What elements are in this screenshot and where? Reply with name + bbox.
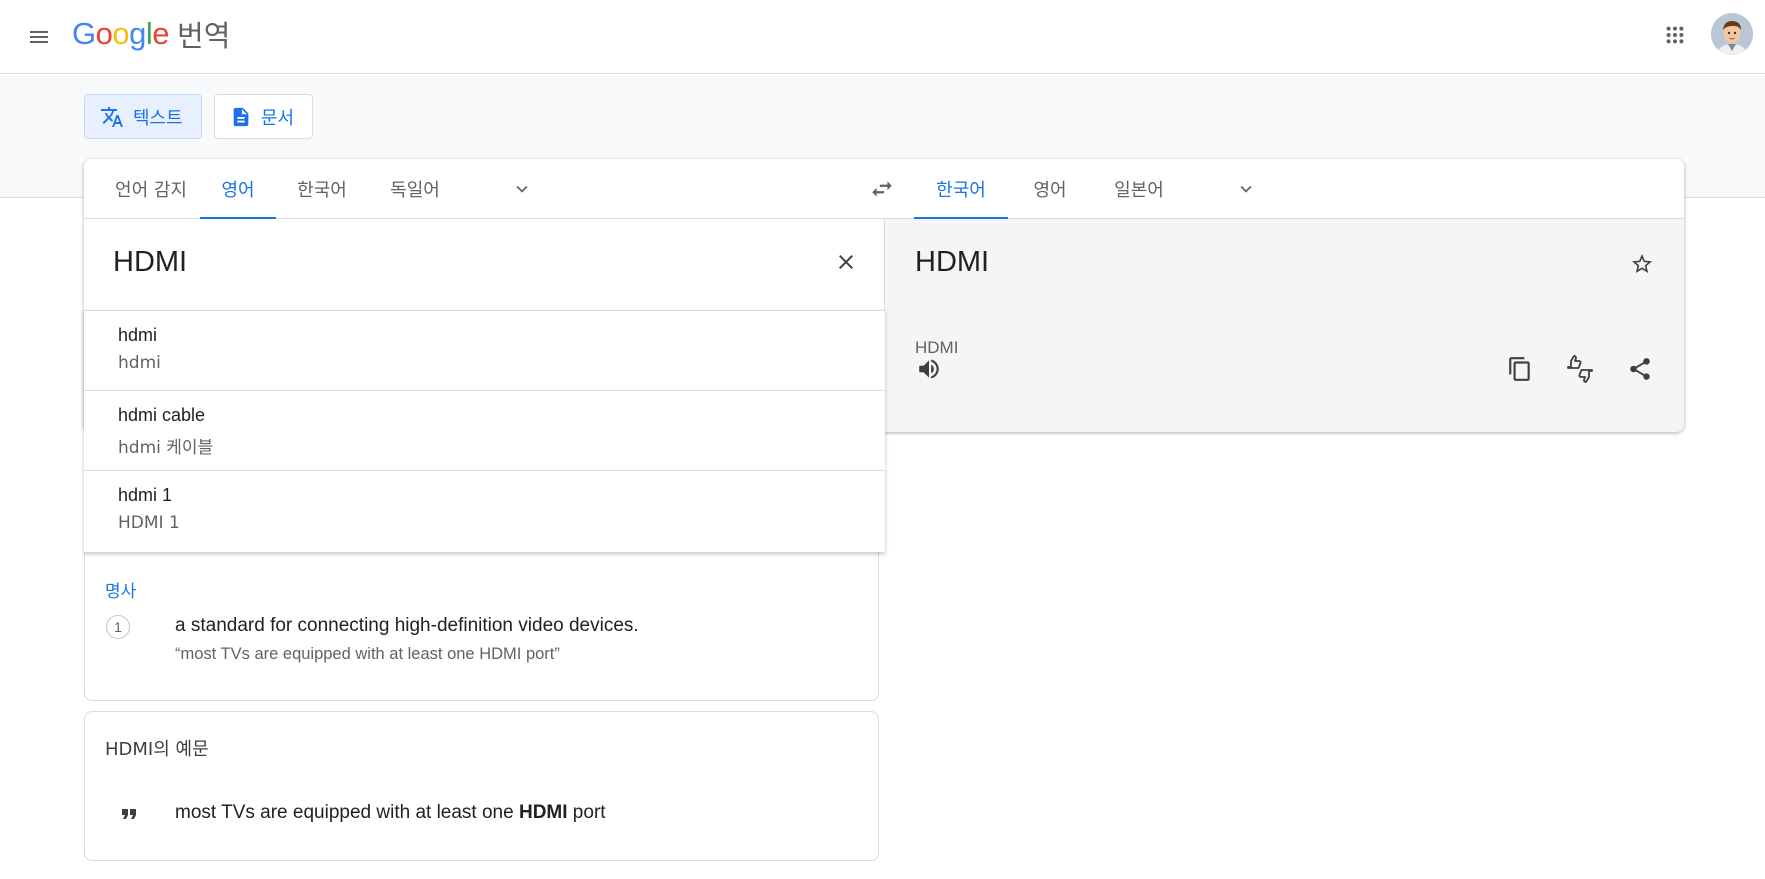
main-menu-button[interactable] [20,18,58,56]
suggestion-text: hdmi 1 [118,485,173,505]
swap-arrows-icon [872,181,892,197]
suggestion-text: hdmi [118,325,158,345]
save-translation-button[interactable] [1627,249,1657,279]
translate-icon [101,106,123,127]
top-app-bar: Google 번역 [0,0,1765,74]
document-mode-button[interactable]: 문서 [214,94,314,139]
definition-text: a standard for connecting high-definitio… [175,615,639,636]
suggestion-item[interactable]: hdmi 1 HDMI 1 [84,471,885,551]
language-bar: 언어 감지 영어 한국어 독일어 한국어 영어 일본어 [84,159,1684,219]
avatar-icon [1711,13,1753,55]
text-mode-label: 텍스트 [133,107,183,128]
source-lang-more-button[interactable] [509,176,535,202]
target-lang-more-button[interactable] [1233,176,1259,202]
suggestion-item[interactable]: hdmi hdmi [84,311,885,391]
google-translate-logo[interactable]: Google 번역 [72,14,230,54]
target-lang-korean-tab[interactable]: 한국어 [914,159,1008,219]
suggestion-translation: hdmi 케이블 [118,438,214,458]
definitions-card: 명사 1 a standard for connecting high-defi… [84,540,879,701]
quote-icon [122,809,136,819]
suggestion-text: hdmi cable [118,405,206,425]
chevron-down-icon [1240,185,1252,193]
share-translation-button[interactable] [1623,352,1657,386]
target-text-pane: HDMI HDMI [884,219,1684,432]
google-logo: Google [72,16,170,51]
share-icon [1630,358,1650,380]
chevron-down-icon [516,185,528,193]
target-lang-japanese-tab[interactable]: 일본어 [1092,159,1186,219]
speaker-icon [919,359,939,379]
source-lang-german-tab[interactable]: 독일어 [371,159,459,219]
example-sentence: most TVs are equipped with at least one … [175,802,606,823]
star-outline-icon [1632,254,1652,273]
source-lang-korean-tab[interactable]: 한국어 [278,159,366,219]
product-name: 번역 [177,19,231,53]
translation-output: HDMI [915,246,990,278]
suggestion-translation: HDMI 1 [118,513,180,533]
clear-source-button[interactable] [829,245,863,279]
examples-title: HDMI의 예문 [105,739,209,760]
close-icon [839,255,853,269]
definition-example: “most TVs are equipped with at least one… [175,645,560,663]
target-lang-english-tab[interactable]: 영어 [1010,159,1090,219]
source-text-input[interactable]: HDMI [113,246,187,279]
document-icon [233,107,249,126]
text-mode-button[interactable]: 텍스트 [84,94,202,139]
copy-translation-button[interactable] [1503,352,1537,386]
listen-translation-button[interactable] [912,352,946,386]
thumbs-up-down-icon [1567,355,1593,383]
account-avatar[interactable] [1711,13,1753,55]
apps-grid-icon [1666,26,1684,44]
copy-icon [1509,357,1530,381]
definition-number: 1 [106,615,130,639]
document-mode-label: 문서 [261,107,295,128]
part-of-speech: 명사 [105,582,137,602]
suggestion-translation: hdmi [118,353,161,373]
hamburger-menu-icon [30,31,48,43]
swap-languages-button[interactable] [866,173,898,205]
source-lang-detect-tab[interactable]: 언어 감지 [96,159,206,219]
autocomplete-suggestions: hdmi hdmi hdmi cable hdmi 케이블 hdmi 1 HDM… [84,310,885,552]
suggestion-item[interactable]: hdmi cable hdmi 케이블 [84,391,885,471]
examples-card: HDMI의 예문 most TVs are equipped with at l… [84,711,879,861]
rate-translation-button[interactable] [1563,352,1597,386]
google-apps-button[interactable] [1655,15,1695,55]
source-lang-english-tab[interactable]: 영어 [200,159,276,219]
